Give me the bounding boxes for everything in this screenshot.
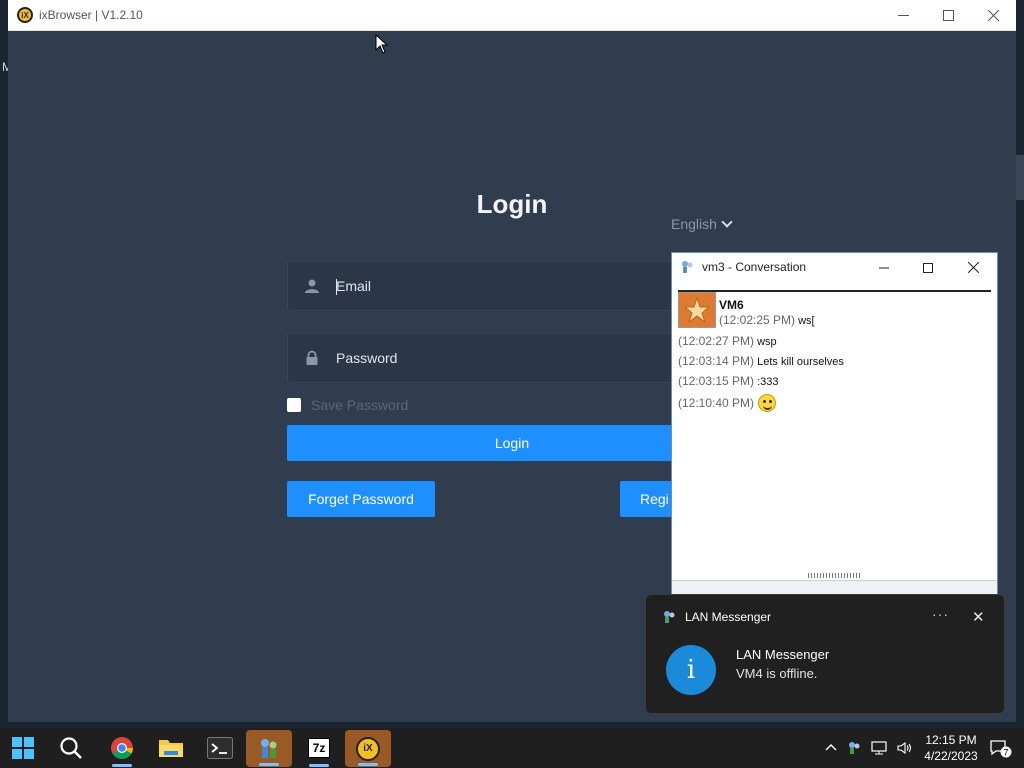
toast-heading: LAN Messenger [736, 647, 830, 662]
message-line: (12:03:14 PM) Lets kill ourselves [678, 354, 844, 368]
user-icon [305, 279, 319, 293]
toast-body: VM4 is offline. [736, 666, 818, 681]
message-time: (12:03:15 PM) [678, 374, 755, 388]
chevron-up-icon[interactable] [825, 742, 837, 754]
save-password-checkbox[interactable] [287, 398, 301, 412]
email-input[interactable] [336, 262, 726, 310]
close-button[interactable] [970, 0, 1016, 31]
message-time: (12:03:14 PM) [678, 354, 755, 368]
language-label: English [671, 216, 717, 232]
message-text: ws[ [798, 315, 815, 327]
clock-time: 12:15 PM [925, 733, 977, 747]
language-select[interactable]: English [671, 216, 733, 232]
network-icon[interactable] [871, 741, 887, 755]
running-indicator [309, 764, 329, 767]
message-line: (12:10:40 PM) [678, 394, 777, 412]
taskbar: 7z iX 12:15 PM 4/22/2023 7 [0, 728, 1024, 768]
running-indicator [112, 764, 132, 767]
taskbar-terminal[interactable] [197, 728, 243, 768]
conversation-title: vm3 - Conversation [702, 260, 807, 274]
toast-close-button[interactable]: ✕ [972, 608, 985, 626]
chevron-down-icon [721, 216, 733, 228]
search-icon [60, 737, 82, 759]
minimize-icon [879, 267, 889, 268]
notification-center-button[interactable]: 7 [990, 740, 1012, 763]
conversation-close-button[interactable] [951, 253, 995, 282]
login-button[interactable]: Login [287, 425, 737, 461]
message-time: (12:02:27 PM) [678, 334, 755, 348]
message-text: :333 [757, 376, 779, 388]
ixbrowser-logo-icon: iX [17, 7, 33, 23]
lock-icon [306, 350, 318, 365]
message-sender: VM6 [719, 298, 744, 312]
file-explorer-icon [159, 740, 183, 757]
minimize-icon [897, 15, 909, 16]
info-icon: i [666, 645, 716, 695]
conversation-titlebar[interactable]: vm3 - Conversation [672, 253, 997, 282]
taskbar-chrome[interactable] [99, 728, 145, 768]
message-time: (12:10:40 PM) [678, 396, 755, 410]
save-password-label: Save Password [311, 397, 409, 413]
mouse-cursor-icon [375, 34, 389, 54]
close-icon [967, 262, 979, 273]
window-title: ixBrowser | V1.2.10 [39, 8, 143, 22]
toast-notification[interactable]: LAN Messenger ··· ✕ i LAN Messenger VM4 … [645, 594, 1005, 714]
minimize-button[interactable] [880, 0, 926, 31]
taskbar-ixbrowser[interactable]: iX [345, 730, 391, 767]
lan-messenger-tray-icon[interactable] [847, 741, 861, 755]
message-line: (12:02:27 PM) wsp [678, 334, 777, 348]
ixbrowser-icon: iX [356, 736, 380, 761]
notification-icon: 7 [990, 740, 1012, 758]
7zip-icon: 7z [308, 738, 330, 758]
conversation-window: vm3 - Conversation VM6 (12:02:25 PM) ws[… [671, 252, 998, 597]
maximize-button[interactable] [925, 0, 971, 31]
avatar [678, 292, 716, 328]
conversation-minimize-button[interactable] [862, 253, 906, 282]
running-indicator [358, 763, 378, 766]
volume-icon[interactable] [897, 741, 913, 755]
message-text: Lets kill ourselves [757, 356, 844, 368]
taskbar-lan-messenger[interactable] [246, 730, 292, 767]
smiley-icon [758, 394, 777, 412]
chat-app-icon [682, 261, 693, 273]
taskbar-file-explorer[interactable] [148, 728, 194, 768]
message-line: (12:03:15 PM) :333 [678, 374, 779, 388]
password-input[interactable] [336, 334, 726, 382]
close-icon [987, 10, 999, 21]
more-options-button[interactable]: ··· [932, 606, 949, 622]
message-text: wsp [757, 336, 777, 348]
text-caret [336, 279, 337, 295]
splitter-handle[interactable] [808, 573, 862, 578]
system-tray [825, 728, 913, 768]
toast-app-name: LAN Messenger [685, 610, 772, 624]
start-button[interactable] [0, 728, 46, 768]
running-indicator [259, 763, 279, 766]
maximize-icon [923, 262, 933, 273]
message-line: (12:02:25 PM) ws[ [719, 313, 815, 327]
starfish-avatar-icon [683, 296, 711, 324]
taskbar-7zip[interactable]: 7z [296, 728, 342, 768]
clock-date: 4/22/2023 [924, 749, 978, 763]
background-window-edge [1016, 155, 1024, 200]
lan-messenger-icon [261, 738, 277, 758]
message-time: (12:02:25 PM) [719, 313, 796, 327]
ixbrowser-titlebar[interactable]: iX ixBrowser | V1.2.10 [8, 0, 1016, 31]
notification-count: 7 [1003, 748, 1008, 758]
conversation-maximize-button[interactable] [906, 253, 950, 282]
maximize-icon [942, 10, 954, 21]
terminal-icon [207, 737, 233, 759]
chrome-icon [111, 737, 133, 759]
lan-messenger-icon [664, 611, 675, 623]
start-icon [12, 737, 34, 759]
taskbar-clock[interactable]: 12:15 PM 4/22/2023 [920, 732, 982, 764]
save-password-option[interactable]: Save Password [287, 397, 408, 413]
conversation-divider [678, 290, 991, 292]
forget-password-button[interactable]: Forget Password [287, 481, 435, 517]
login-title: Login [476, 189, 548, 219]
taskbar-search-button[interactable] [48, 728, 94, 768]
